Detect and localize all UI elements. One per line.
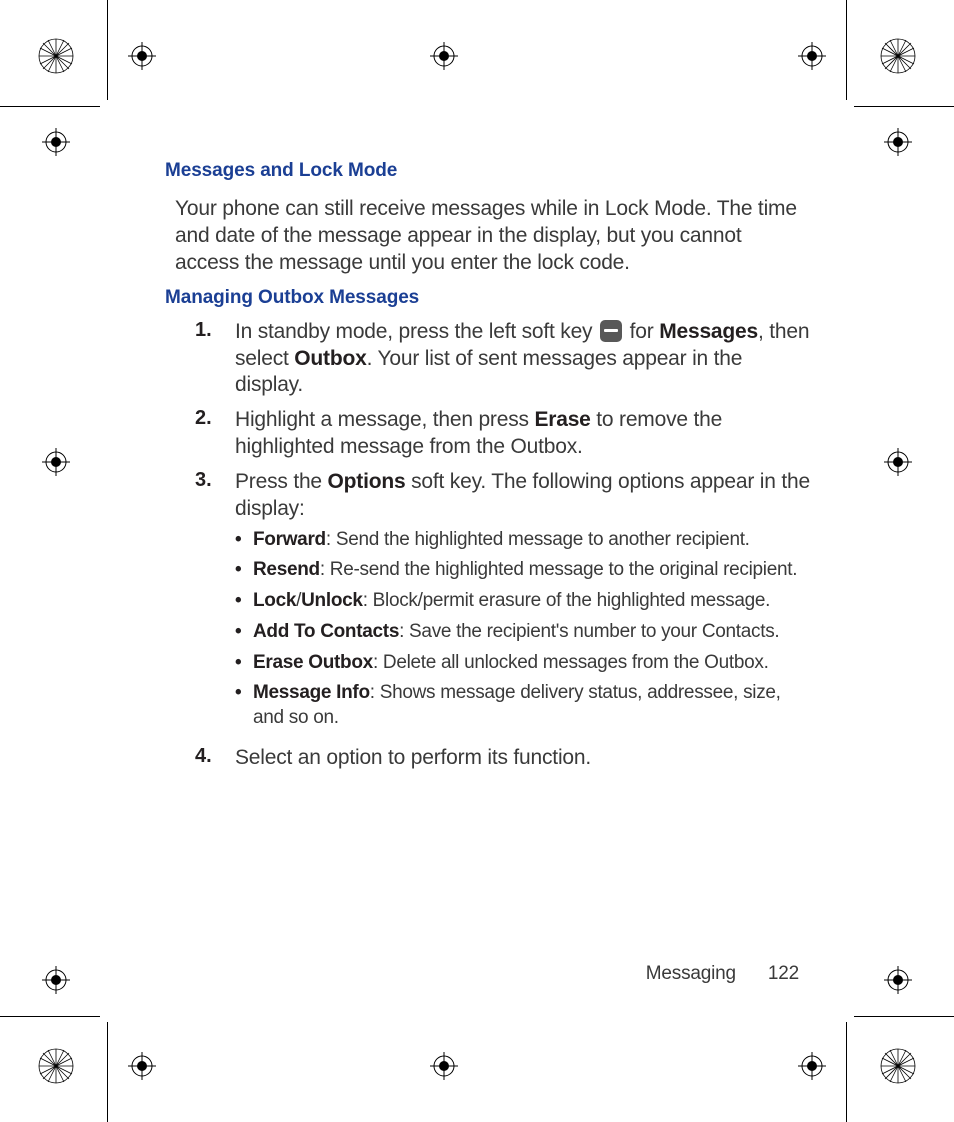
list-item: •Add To Contacts: Save the recipient's n…	[235, 620, 810, 645]
option-name: Forward	[253, 529, 326, 550]
option-text: Add To Contacts: Save the recipient's nu…	[253, 620, 779, 645]
soft-key-icon	[600, 320, 622, 342]
text-fragment: Press the	[235, 470, 328, 493]
list-item: •Erase Outbox: Delete all unlocked messa…	[235, 651, 810, 676]
step-text: Highlight a message, then press Erase to…	[235, 407, 810, 461]
list-item: •Forward: Send the highlighted message t…	[235, 528, 810, 553]
label-erase: Erase	[534, 408, 590, 431]
sunburst-mark-icon	[38, 1048, 74, 1084]
step-3: 3. Press the Options soft key. The follo…	[195, 469, 810, 737]
option-name: Unlock	[301, 590, 363, 611]
heading-messages-and-lock-mode: Messages and Lock Mode	[165, 160, 810, 182]
option-desc: : Delete all unlocked messages from the …	[373, 652, 769, 673]
sunburst-mark-icon	[38, 38, 74, 74]
registration-mark-icon	[884, 448, 912, 476]
page-footer: Messaging 122	[646, 963, 799, 985]
option-name: Add To Contacts	[253, 621, 399, 642]
page-content: Messages and Lock Mode Your phone can st…	[165, 160, 810, 779]
step-2: 2. Highlight a message, then press Erase…	[195, 407, 810, 461]
list-item: •Lock/Unlock: Block/permit erasure of th…	[235, 589, 810, 614]
label-messages: Messages	[659, 320, 758, 343]
options-list: •Forward: Send the highlighted message t…	[235, 528, 810, 731]
registration-mark-icon	[128, 1052, 156, 1080]
label-outbox: Outbox	[294, 347, 366, 370]
bullet-icon: •	[235, 589, 253, 614]
text-fragment: for	[624, 320, 659, 343]
footer-chapter: Messaging	[646, 963, 736, 984]
step-text: Press the Options soft key. The followin…	[235, 469, 810, 737]
registration-mark-icon	[884, 966, 912, 994]
registration-mark-icon	[798, 42, 826, 70]
option-name: Erase Outbox	[253, 652, 373, 673]
label-options: Options	[328, 470, 406, 493]
crop-mark-line	[854, 106, 954, 107]
registration-mark-icon	[42, 448, 70, 476]
crop-mark-line	[0, 1016, 100, 1017]
option-text: Lock/Unlock: Block/permit erasure of the…	[253, 589, 770, 614]
crop-mark-line	[0, 106, 100, 107]
heading-managing-outbox: Managing Outbox Messages	[165, 287, 810, 309]
option-text: Message Info: Shows message delivery sta…	[253, 681, 810, 730]
step-number: 4.	[195, 745, 235, 772]
registration-mark-icon	[884, 128, 912, 156]
list-item: •Message Info: Shows message delivery st…	[235, 681, 810, 730]
option-name: Message Info	[253, 682, 370, 703]
option-desc: : Block/permit erasure of the highlighte…	[363, 590, 770, 611]
crop-mark-line	[854, 1016, 954, 1017]
option-name: Resend	[253, 559, 320, 580]
text-fragment: Highlight a message, then press	[235, 408, 534, 431]
step-number: 1.	[195, 319, 235, 400]
crop-mark-line	[107, 1022, 108, 1122]
option-text: Erase Outbox: Delete all unlocked messag…	[253, 651, 769, 676]
option-desc: : Re-send the highlighted message to the…	[320, 559, 797, 580]
bullet-icon: •	[235, 620, 253, 645]
registration-mark-icon	[42, 966, 70, 994]
bullet-icon: •	[235, 681, 253, 730]
list-item: •Resend: Re-send the highlighted message…	[235, 558, 810, 583]
sunburst-mark-icon	[880, 1048, 916, 1084]
intro-paragraph: Your phone can still receive messages wh…	[175, 196, 810, 277]
registration-mark-icon	[798, 1052, 826, 1080]
crop-mark-line	[107, 0, 108, 100]
registration-mark-icon	[128, 42, 156, 70]
step-number: 2.	[195, 407, 235, 461]
crop-mark-line	[846, 0, 847, 100]
sunburst-mark-icon	[880, 38, 916, 74]
bullet-icon: •	[235, 558, 253, 583]
registration-mark-icon	[430, 1052, 458, 1080]
crop-mark-line	[846, 1022, 847, 1122]
step-1: 1. In standby mode, press the left soft …	[195, 319, 810, 400]
option-text: Forward: Send the highlighted message to…	[253, 528, 750, 553]
step-number: 3.	[195, 469, 235, 737]
option-text: Resend: Re-send the highlighted message …	[253, 558, 797, 583]
step-text: Select an option to perform its function…	[235, 745, 591, 772]
numbered-steps: 1. In standby mode, press the left soft …	[195, 319, 810, 772]
option-desc: : Save the recipient's number to your Co…	[399, 621, 779, 642]
step-text: In standby mode, press the left soft key…	[235, 319, 810, 400]
text-fragment: In standby mode, press the left soft key	[235, 320, 598, 343]
bullet-icon: •	[235, 651, 253, 676]
footer-page-number: 122	[768, 963, 799, 984]
registration-mark-icon	[430, 42, 458, 70]
option-name: Lock	[253, 590, 296, 611]
registration-mark-icon	[42, 128, 70, 156]
option-desc: : Send the highlighted message to anothe…	[326, 529, 750, 550]
step-4: 4. Select an option to perform its funct…	[195, 745, 810, 772]
bullet-icon: •	[235, 528, 253, 553]
